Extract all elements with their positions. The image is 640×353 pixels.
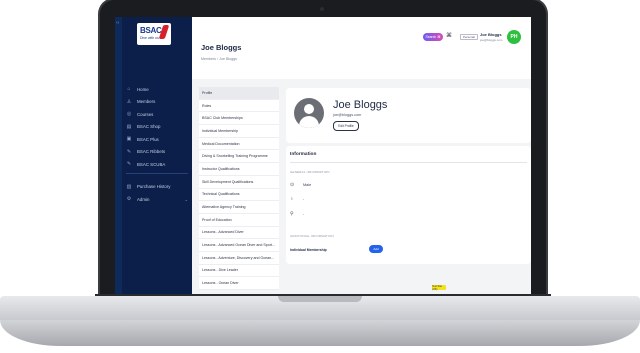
menu-item-roles[interactable]: Roles [199, 100, 279, 113]
menu-item-alternative-agency[interactable]: Alternative Agency Training [199, 201, 279, 214]
profile-name: Joe Bloggs [333, 99, 388, 111]
gender-row: ⊙ Male [290, 182, 311, 188]
command-icon[interactable]: ⌘ [446, 32, 452, 39]
sidebar-item-plus[interactable]: ▣ BSAC Plus [122, 133, 192, 146]
laptop-screen: ‹‹ BSAC Dive with us ⌂ Home ♙ Members ◎ … [115, 17, 531, 294]
gender-icon: ⊙ [290, 182, 295, 188]
sidebar: BSAC Dive with us ⌂ Home ♙ Members ◎ Cou… [122, 17, 192, 294]
shop-icon: ▤ [126, 123, 132, 130]
sidebar-divider [126, 172, 188, 181]
sidebar-item-members[interactable]: ♙ Members [122, 96, 192, 109]
location-value: - [303, 212, 305, 216]
environment-badge: Test Site (UK) [432, 285, 446, 291]
sidebar-item-label: Courses [137, 111, 154, 117]
tag-icon: ✎ [126, 148, 132, 155]
chevron-down-icon[interactable]: ⌄ [185, 197, 188, 202]
menu-item-medical[interactable]: Medical Documentation [199, 138, 279, 151]
information-title: Information [290, 152, 317, 157]
menu-item-technical-qualifications[interactable]: Technical Qualifications [199, 189, 279, 202]
menu-item-lessons-ocean-diver[interactable]: Lessons - Ocean Diver [199, 277, 279, 290]
edit-profile-button[interactable]: Edit Profile [333, 121, 359, 131]
information-card: Information GENERAL INFORMATION ⊙ Male ♁… [286, 146, 531, 264]
divider [290, 162, 527, 163]
individual-membership-label: Individual Membership [290, 248, 327, 252]
additional-info-label: ADDITIONAL INFORMATION [290, 234, 334, 238]
menu-item-individual-membership[interactable]: Individual Membership [199, 125, 279, 138]
menu-item-training-programme[interactable]: Diving & Snorkelling Training Programme [199, 150, 279, 164]
sidebar-item-label: Home [137, 86, 149, 92]
sidebar-item-label: Purchase History [137, 184, 171, 190]
menu-item-lessons-advanced-diver[interactable]: Lessons - Advanced Diver [199, 227, 279, 240]
laptop-base-front [0, 320, 640, 346]
book-icon: ◎ [126, 111, 132, 118]
breadcrumb[interactable]: Members › Joe Bloggs [201, 57, 237, 61]
sidebar-item-shop[interactable]: ▤ BSAC Shop [122, 121, 192, 134]
page-title: Joe Bloggs [201, 43, 242, 52]
gear-icon: ⚙ [126, 196, 132, 203]
birthday-value: - [303, 197, 305, 201]
menu-item-lessons-dive-leader[interactable]: Lessons - Dive Leader [199, 265, 279, 278]
sidebar-item-label: BSAC Ribbets [137, 149, 166, 155]
user-name: Joe Bloggs [480, 32, 502, 37]
profile-card: Joe Bloggs joe@bloggs.com Edit Profile [286, 88, 531, 143]
camera-icon [320, 7, 324, 11]
search-button[interactable]: Search ⌘ [423, 33, 443, 41]
avatar-body [299, 116, 319, 128]
sidebar-item-home[interactable]: ⌂ Home [122, 83, 192, 96]
avatar[interactable]: PH [507, 30, 521, 44]
menu-item-skill-development[interactable]: Skill Development Qualifications [199, 176, 279, 189]
profile-menu: Profile Roles BSAC Club Memberships Indi… [199, 87, 279, 290]
location-row: ⚲ - [290, 211, 304, 217]
sidebar-item-admin[interactable]: ⚙ Admin ⌄ [122, 193, 192, 206]
sidebar-item-label: BSAC SCUBA [137, 161, 166, 167]
profile-email: joe@bloggs.com [333, 113, 362, 117]
birthday-row: ♁ - [290, 196, 304, 202]
home-icon: ⌂ [127, 86, 131, 93]
menu-item-profile[interactable]: Profile [199, 87, 279, 100]
cake-icon: ♁ [290, 196, 294, 202]
plus-icon: ▣ [126, 136, 132, 143]
sidebar-item-ribbets[interactable]: ✎ BSAC Ribbets [122, 146, 192, 159]
location-icon: ⚲ [290, 211, 294, 217]
sidebar-item-label: BSAC Shop [137, 124, 161, 130]
menu-item-lessons-advanced-ocean[interactable]: Lessons - Advanced Ocean Diver and Sport… [199, 239, 279, 252]
history-icon: ▥ [126, 183, 132, 190]
profile-avatar-icon [294, 98, 324, 128]
sidebar-item-scuba[interactable]: ✎ BSAC SCUBA [122, 158, 192, 171]
sidebar-item-label: Members [137, 99, 156, 105]
page-header: Joe Bloggs Members › Joe Bloggs Search ⌘… [192, 17, 531, 79]
collapse-rail[interactable]: ‹‹ [115, 17, 122, 294]
avatar-head [304, 104, 314, 114]
sidebar-nav: ⌂ Home ♙ Members ◎ Courses ▤ BSAC Shop ▣… [122, 83, 192, 206]
general-info-label: GENERAL INFORMATION [290, 170, 330, 174]
menu-item-lessons-adventure[interactable]: Lessons - Adventure, Discovery and Ocean… [199, 252, 279, 265]
menu-item-proof-of-education[interactable]: Proof of Education [199, 214, 279, 227]
collapse-icon[interactable]: ‹‹ [116, 20, 119, 26]
main-content: Joe Bloggs Members › Joe Bloggs Search ⌘… [192, 17, 531, 294]
user-icon: ♙ [126, 98, 132, 105]
gender-value: Male [303, 183, 312, 187]
role-badge[interactable]: Personal [460, 34, 478, 40]
bsac-logo[interactable]: BSAC Dive with us [137, 23, 171, 45]
scuba-icon: ✎ [126, 161, 132, 168]
user-email: joe@bloggs.com [480, 38, 503, 42]
sidebar-item-courses[interactable]: ◎ Courses [122, 108, 192, 121]
add-membership-button[interactable]: Add [369, 245, 383, 253]
sidebar-item-purchase-history[interactable]: ▥ Purchase History [122, 181, 192, 194]
logo-tagline: Dive with us [140, 36, 159, 40]
logo-text: BSAC [140, 26, 162, 35]
laptop-notch [278, 296, 362, 302]
menu-item-club-memberships[interactable]: BSAC Club Memberships [199, 112, 279, 126]
sidebar-item-label: Admin [137, 196, 150, 202]
sidebar-item-label: BSAC Plus [137, 136, 159, 142]
menu-item-instructor-qualifications[interactable]: Instructor Qualifications [199, 163, 279, 176]
